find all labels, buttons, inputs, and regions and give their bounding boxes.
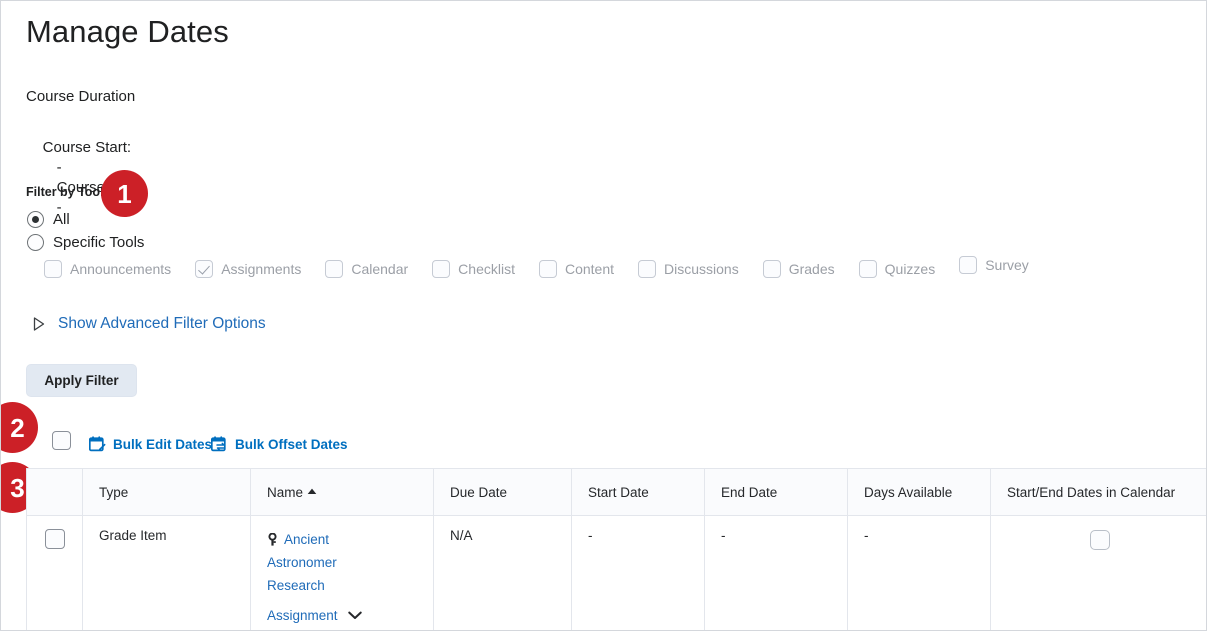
select-all-checkbox[interactable] [52,431,71,450]
checkbox-checked-icon[interactable] [195,260,214,278]
row-select-cell [26,515,83,630]
table-row: Grade Item Ancient Astronomer Research A… [26,515,1206,630]
tool-checkbox-assignments[interactable]: Assignments [195,257,301,281]
radio-option-all[interactable]: All [27,211,70,228]
cell-calendar-checkbox [990,515,1206,630]
sort-ascending-icon [307,488,317,494]
page-title: Manage Dates [26,14,229,49]
item-name-link-line-3[interactable]: Research [267,574,417,597]
tool-label: Announcements [70,261,172,277]
checkbox-icon[interactable] [959,256,978,274]
annotation-badge-1: 1 [101,170,148,217]
calendar-edit-icon [89,436,106,452]
bulk-offset-dates-label: Bulk Offset Dates [235,437,348,452]
show-advanced-filter-options-link[interactable]: Show Advanced Filter Options [33,313,266,335]
filter-by-tool-label: Filter by Tool [26,185,104,199]
chevron-right-icon [33,317,45,331]
bulk-edit-dates-label: Bulk Edit Dates [113,437,213,452]
tool-label: Content [564,261,615,277]
column-days-available[interactable]: Days Available [847,468,991,516]
tool-label: Checklist [458,261,515,277]
apply-filter-button[interactable]: Apply Filter [26,364,137,397]
radio-all-icon[interactable] [27,211,44,228]
tool-checkbox-quizzes[interactable]: Quizzes [858,257,936,281]
row-checkbox[interactable] [44,529,65,549]
course-start-label: Course Start: [42,139,132,156]
tool-checkbox-calendar[interactable]: Calendar [325,257,408,281]
advanced-filter-label: Show Advanced Filter Options [58,315,266,332]
course-duration-label: Course Duration [26,88,136,105]
checkbox-icon[interactable] [432,260,451,278]
cell-days-available: - [847,515,991,630]
item-name-link-line-1[interactable]: Ancient [267,528,417,551]
column-start-end-dates-in-calendar[interactable]: Start/End Dates in Calendar [990,468,1206,516]
checkbox-icon[interactable] [858,260,877,278]
tool-checkbox-checklist[interactable]: Checklist [432,257,515,281]
checkbox-icon[interactable] [44,260,62,278]
column-end-date[interactable]: End Date [704,468,848,516]
course-start-value: - [56,159,62,176]
calendar-dates-checkbox[interactable] [1089,530,1110,550]
bulk-offset-dates-link[interactable]: Bulk Offset Dates [211,436,348,453]
calendar-offset-icon [211,436,226,452]
tool-label: Assignments [221,261,302,277]
column-select [26,468,83,516]
tool-label: Calendar [351,261,409,277]
tool-label: Quizzes [884,261,936,277]
radio-option-specific-tools[interactable]: Specific Tools [27,234,144,251]
tool-checkbox-grades[interactable]: Grades [762,257,835,281]
tool-label: Survey [985,257,1029,273]
checkbox-icon[interactable] [762,260,781,278]
column-start-date[interactable]: Start Date [571,468,705,516]
cell-end-date: - [704,515,848,630]
bulk-edit-dates-link[interactable]: Bulk Edit Dates [89,436,212,453]
column-name-label: Name [267,484,304,500]
checkbox-icon[interactable] [325,260,344,278]
column-type[interactable]: Type [82,468,251,516]
cell-type: Grade Item [82,515,251,630]
checkbox-icon[interactable] [538,260,557,278]
cell-name: Ancient Astronomer Research Assignment [250,515,434,630]
chevron-down-icon[interactable] [347,611,362,620]
item-name-link-line-2[interactable]: Astronomer [267,551,417,574]
tool-checkbox-survey[interactable]: Survey [959,253,1029,277]
key-icon [268,532,277,546]
radio-specific-tools-label: Specific Tools [53,234,145,251]
tool-label: Discussions [664,261,739,277]
column-due-date[interactable]: Due Date [433,468,572,516]
cell-due-date: N/A [433,515,572,630]
tool-checkbox-announcements[interactable]: Announcements [44,257,171,281]
tool-label: Grades [788,261,835,277]
manage-dates-table: Type Name Due Date Start Date End Date D… [26,468,1206,630]
checkbox-icon[interactable] [638,260,657,278]
tool-checkbox-content[interactable]: Content [538,257,615,281]
tool-checkbox-group: Announcements Assignments Calendar Check… [44,256,1174,281]
manage-dates-page: Manage Dates Course Duration Course Star… [0,0,1207,631]
item-name-link-line-4[interactable]: Assignment [267,604,338,627]
item-name-text-1: Ancient [284,532,330,547]
radio-all-label: All [53,211,70,228]
column-name[interactable]: Name [250,468,434,516]
cell-start-date: - [571,515,705,630]
tool-checkbox-discussions[interactable]: Discussions [638,257,739,281]
radio-specific-tools-icon[interactable] [27,234,44,251]
annotation-badge-2: 2 [1,402,38,453]
table-header-row: Type Name Due Date Start Date End Date D… [26,468,1206,516]
